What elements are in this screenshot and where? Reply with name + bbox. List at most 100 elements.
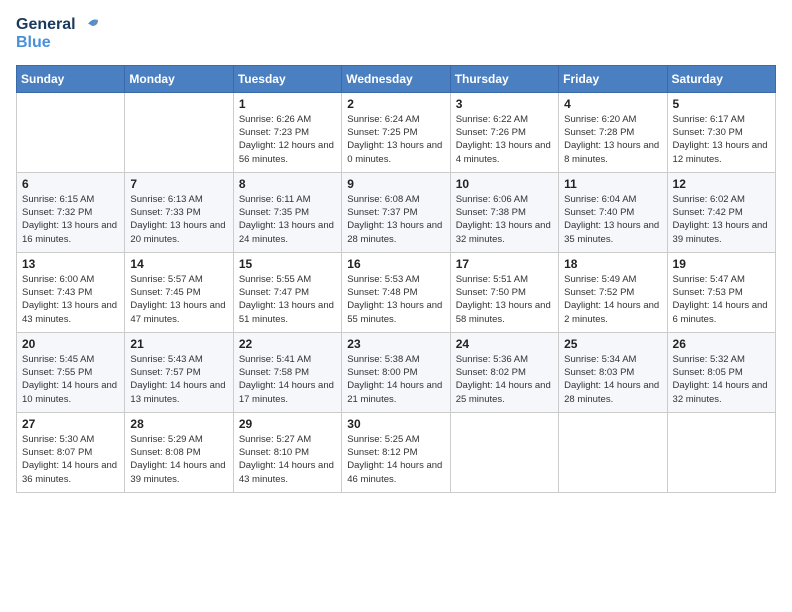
day-info: Sunrise: 5:51 AM Sunset: 7:50 PM Dayligh… — [456, 273, 553, 326]
logo-text-blue: Blue — [16, 34, 51, 52]
day-number: 25 — [564, 337, 661, 351]
day-info: Sunrise: 6:22 AM Sunset: 7:26 PM Dayligh… — [456, 113, 553, 166]
calendar-week-row: 13 Sunrise: 6:00 AM Sunset: 7:43 PM Dayli… — [17, 252, 776, 332]
calendar-cell: 3 Sunrise: 6:22 AM Sunset: 7:26 PM Daylig… — [450, 92, 558, 172]
weekday-header: Wednesday — [342, 65, 450, 92]
day-number: 8 — [239, 177, 336, 191]
day-info: Sunrise: 6:04 AM Sunset: 7:40 PM Dayligh… — [564, 193, 661, 246]
day-number: 22 — [239, 337, 336, 351]
day-info: Sunrise: 6:17 AM Sunset: 7:30 PM Dayligh… — [673, 113, 770, 166]
day-number: 5 — [673, 97, 770, 111]
day-number: 15 — [239, 257, 336, 271]
day-number: 21 — [130, 337, 227, 351]
calendar-cell: 23 Sunrise: 5:38 AM Sunset: 8:00 PM Dayli… — [342, 332, 450, 412]
day-number: 12 — [673, 177, 770, 191]
day-info: Sunrise: 6:08 AM Sunset: 7:37 PM Dayligh… — [347, 193, 444, 246]
calendar-week-row: 20Sunrise: 5:45 AM Sunset: 7:55 PM Dayli… — [17, 332, 776, 412]
calendar-cell: 5 Sunrise: 6:17 AM Sunset: 7:30 PM Daylig… — [667, 92, 775, 172]
day-number: 26 — [673, 337, 770, 351]
day-info: Sunrise: 5:38 AM Sunset: 8:00 PM Dayligh… — [347, 353, 444, 406]
calendar-cell: 15 Sunrise: 5:55 AM Sunset: 7:47 PM Dayli… — [233, 252, 341, 332]
calendar-cell: 29 Sunrise: 5:27 AM Sunset: 8:10 PM Dayli… — [233, 412, 341, 492]
day-info: Sunrise: 6:24 AM Sunset: 7:25 PM Dayligh… — [347, 113, 444, 166]
weekday-header: Thursday — [450, 65, 558, 92]
calendar-cell: 10Sunrise: 6:06 AM Sunset: 7:38 PM Dayli… — [450, 172, 558, 252]
day-number: 7 — [130, 177, 227, 191]
day-number: 13 — [22, 257, 119, 271]
day-info: Sunrise: 5:47 AM Sunset: 7:53 PM Dayligh… — [673, 273, 770, 326]
calendar-cell: 7Sunrise: 6:13 AM Sunset: 7:33 PM Daylig… — [125, 172, 233, 252]
day-number: 24 — [456, 337, 553, 351]
calendar-cell: 28 Sunrise: 5:29 AM Sunset: 8:08 PM Dayli… — [125, 412, 233, 492]
day-number: 10 — [456, 177, 553, 191]
day-number: 30 — [347, 417, 444, 431]
day-info: Sunrise: 6:11 AM Sunset: 7:35 PM Dayligh… — [239, 193, 336, 246]
weekday-header: Friday — [559, 65, 667, 92]
calendar-cell: 27 Sunrise: 5:30 AM Sunset: 8:07 PM Dayli… — [17, 412, 125, 492]
day-number: 27 — [22, 417, 119, 431]
calendar-cell: 8 Sunrise: 6:11 AM Sunset: 7:35 PM Daylig… — [233, 172, 341, 252]
calendar-cell: 13 Sunrise: 6:00 AM Sunset: 7:43 PM Dayli… — [17, 252, 125, 332]
day-info: Sunrise: 6:20 AM Sunset: 7:28 PM Dayligh… — [564, 113, 661, 166]
day-info: Sunrise: 6:02 AM Sunset: 7:42 PM Dayligh… — [673, 193, 770, 246]
day-info: Sunrise: 5:32 AM Sunset: 8:05 PM Dayligh… — [673, 353, 770, 406]
day-info: Sunrise: 6:15 AM Sunset: 7:32 PM Dayligh… — [22, 193, 119, 246]
calendar-cell: 4 Sunrise: 6:20 AM Sunset: 7:28 PM Daylig… — [559, 92, 667, 172]
weekday-header: Sunday — [17, 65, 125, 92]
day-number: 19 — [673, 257, 770, 271]
day-number: 3 — [456, 97, 553, 111]
calendar-cell: 19 Sunrise: 5:47 AM Sunset: 7:53 PM Dayli… — [667, 252, 775, 332]
calendar-cell: 16Sunrise: 5:53 AM Sunset: 7:48 PM Dayli… — [342, 252, 450, 332]
calendar-cell: 24 Sunrise: 5:36 AM Sunset: 8:02 PM Dayli… — [450, 332, 558, 412]
day-info: Sunrise: 5:41 AM Sunset: 7:58 PM Dayligh… — [239, 353, 336, 406]
calendar-week-row: 1 Sunrise: 6:26 AM Sunset: 7:23 PM Daylig… — [17, 92, 776, 172]
day-info: Sunrise: 5:29 AM Sunset: 8:08 PM Dayligh… — [130, 433, 227, 486]
calendar-cell: 1 Sunrise: 6:26 AM Sunset: 7:23 PM Daylig… — [233, 92, 341, 172]
day-info: Sunrise: 5:27 AM Sunset: 8:10 PM Dayligh… — [239, 433, 336, 486]
weekday-header: Monday — [125, 65, 233, 92]
day-info: Sunrise: 5:30 AM Sunset: 8:07 PM Dayligh… — [22, 433, 119, 486]
calendar-cell: 14 Sunrise: 5:57 AM Sunset: 7:45 PM Dayli… — [125, 252, 233, 332]
calendar-cell: 6 Sunrise: 6:15 AM Sunset: 7:32 PM Daylig… — [17, 172, 125, 252]
day-info: Sunrise: 6:26 AM Sunset: 7:23 PM Dayligh… — [239, 113, 336, 166]
day-number: 1 — [239, 97, 336, 111]
day-number: 6 — [22, 177, 119, 191]
weekday-header: Saturday — [667, 65, 775, 92]
day-number: 14 — [130, 257, 227, 271]
day-info: Sunrise: 5:45 AM Sunset: 7:55 PM Dayligh… — [22, 353, 119, 406]
calendar-table: SundayMondayTuesdayWednesdayThursdayFrid… — [16, 65, 776, 493]
calendar-cell: 25 Sunrise: 5:34 AM Sunset: 8:03 PM Dayli… — [559, 332, 667, 412]
calendar-cell — [125, 92, 233, 172]
calendar-cell — [559, 412, 667, 492]
day-info: Sunrise: 5:36 AM Sunset: 8:02 PM Dayligh… — [456, 353, 553, 406]
day-number: 2 — [347, 97, 444, 111]
day-info: Sunrise: 5:55 AM Sunset: 7:47 PM Dayligh… — [239, 273, 336, 326]
day-number: 4 — [564, 97, 661, 111]
calendar-week-row: 6 Sunrise: 6:15 AM Sunset: 7:32 PM Daylig… — [17, 172, 776, 252]
calendar-cell: 11 Sunrise: 6:04 AM Sunset: 7:40 PM Dayli… — [559, 172, 667, 252]
day-number: 23 — [347, 337, 444, 351]
day-number: 29 — [239, 417, 336, 431]
day-info: Sunrise: 5:57 AM Sunset: 7:45 PM Dayligh… — [130, 273, 227, 326]
calendar-cell — [667, 412, 775, 492]
day-number: 18 — [564, 257, 661, 271]
calendar-cell: 26 Sunrise: 5:32 AM Sunset: 8:05 PM Dayli… — [667, 332, 775, 412]
calendar-cell: 18 Sunrise: 5:49 AM Sunset: 7:52 PM Dayli… — [559, 252, 667, 332]
calendar-cell: 20Sunrise: 5:45 AM Sunset: 7:55 PM Dayli… — [17, 332, 125, 412]
calendar-cell: 2 Sunrise: 6:24 AM Sunset: 7:25 PM Daylig… — [342, 92, 450, 172]
calendar-cell: 12 Sunrise: 6:02 AM Sunset: 7:42 PM Dayli… — [667, 172, 775, 252]
calendar-cell: 9Sunrise: 6:08 AM Sunset: 7:37 PM Daylig… — [342, 172, 450, 252]
calendar-cell: 30 Sunrise: 5:25 AM Sunset: 8:12 PM Dayli… — [342, 412, 450, 492]
day-number: 17 — [456, 257, 553, 271]
day-number: 11 — [564, 177, 661, 191]
day-info: Sunrise: 6:00 AM Sunset: 7:43 PM Dayligh… — [22, 273, 119, 326]
calendar-cell: 22 Sunrise: 5:41 AM Sunset: 7:58 PM Dayli… — [233, 332, 341, 412]
day-number: 28 — [130, 417, 227, 431]
weekday-header: Tuesday — [233, 65, 341, 92]
day-info: Sunrise: 5:43 AM Sunset: 7:57 PM Dayligh… — [130, 353, 227, 406]
day-info: Sunrise: 5:53 AM Sunset: 7:48 PM Dayligh… — [347, 273, 444, 326]
day-info: Sunrise: 5:34 AM Sunset: 8:03 PM Dayligh… — [564, 353, 661, 406]
calendar-cell — [450, 412, 558, 492]
day-info: Sunrise: 5:49 AM Sunset: 7:52 PM Dayligh… — [564, 273, 661, 326]
day-info: Sunrise: 5:25 AM Sunset: 8:12 PM Dayligh… — [347, 433, 444, 486]
